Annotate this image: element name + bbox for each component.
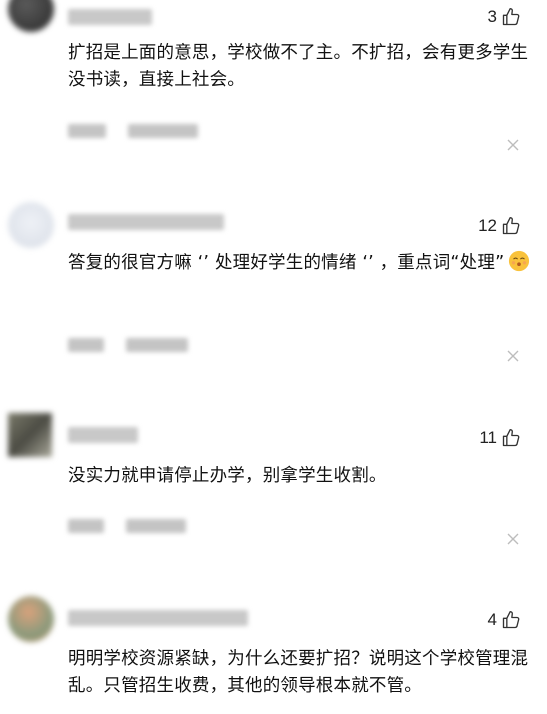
like-count: 4 [487,610,497,629]
comment-item: 3 扩招是上面的意思，学校做不了主。不扩招，会有更多学生没书读，直接上社会。 [0,0,547,170]
comment-meta-blurred [68,338,188,352]
avatar[interactable] [8,0,54,32]
thumbs-up-icon[interactable] [501,610,521,630]
like-group[interactable]: 12 [478,216,521,236]
close-icon[interactable] [507,533,519,545]
like-count: 3 [487,7,497,26]
comment-text: 答复的很官方嘛 ‘’ 处理好学生的情绪 ‘’ ，重点词“处理” [68,250,538,277]
username-blurred [68,427,138,443]
like-group[interactable]: 3 [488,7,521,27]
like-count: 11 [479,428,497,447]
comment-text: 明明学校资源紧缺，为什么还要扩招？说明这个学校管理混乱。只管招生收费，其他的领导… [68,649,529,696]
thumbs-up-icon[interactable] [501,216,521,236]
username-blurred [68,610,248,626]
close-icon[interactable] [507,139,519,151]
comment-item: 12 答复的很官方嘛 ‘’ 处理好学生的情绪 ‘’ ，重点词“处理” [0,190,547,400]
comment-meta-blurred [68,519,186,533]
avatar[interactable] [8,202,54,248]
like-count: 12 [478,216,497,235]
username-blurred [68,9,152,25]
thumbs-up-icon[interactable] [501,428,521,448]
avatar[interactable] [8,413,52,457]
like-group[interactable]: 11 [479,428,521,448]
comment-text: 没实力就申请停止办学，别拿学生收割。 [68,466,387,486]
avatar[interactable] [8,596,54,642]
comment-text: 扩招是上面的意思，学校做不了主。不扩招，会有更多学生没书读，直接上社会。 [68,43,529,90]
comment-text-body: 答复的很官方嘛 ‘’ 处理好学生的情绪 ‘’ ，重点词“处理” [68,253,505,273]
comment-item: 11 没实力就申请停止办学，别拿学生收割。 [0,405,547,575]
username-blurred [68,214,224,230]
thumbs-up-icon[interactable] [501,7,521,27]
like-group[interactable]: 4 [488,610,521,630]
comment-meta-blurred [68,124,198,138]
shushing-face-emoji [509,250,530,272]
comment-item: 4 明明学校资源紧缺，为什么还要扩招？说明这个学校管理混乱。只管招生收费，其他的… [0,590,547,714]
close-icon[interactable] [507,350,519,362]
